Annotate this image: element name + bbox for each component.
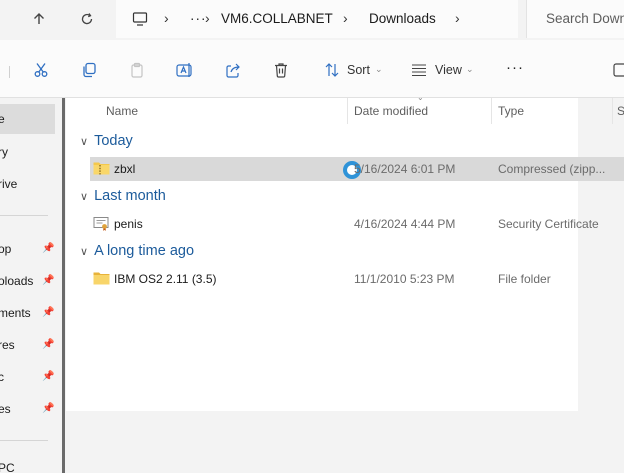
pin-icon: 📌 [42,243,55,254]
file-date: 4/16/2024 4:44 PM [354,217,456,231]
search-input[interactable]: Search Downloads [526,0,624,38]
group-label: A long time ago [94,243,195,259]
pin-icon: 📌 [42,339,55,350]
sidebar-divider [0,215,48,216]
command-toolbar: Sort ⌄ View ⌄ ··· [0,40,624,98]
chevron-right-icon: › [164,10,169,26]
sort-icon[interactable] [322,60,342,80]
pin-icon: 📌 [42,275,55,286]
chevron-down-icon: ⌄ [466,64,474,74]
sidebar-item-home[interactable]: e [0,104,55,134]
share-icon[interactable] [223,60,243,80]
file-row-ibm-os2[interactable]: IBM OS2 2.11 (3.5) 11/1/2010 5:23 PM Fil… [90,267,624,291]
search-placeholder: Search Downloads [546,11,624,26]
sidebar-item-label: op [0,242,12,256]
chevron-down-icon: ∨ [80,136,89,148]
chevron-right-icon: › [205,10,210,26]
refresh-icon[interactable] [75,8,99,30]
column-header-date-modified[interactable]: Date modified [354,104,428,118]
chevron-right-icon: › [343,10,348,26]
file-type: Compressed (zipp... [498,162,606,176]
sidebar-item-this-pc[interactable]: PC [0,453,55,473]
column-divider [612,98,613,124]
file-name: zbxl [114,162,136,176]
column-divider [491,98,492,124]
column-header-type[interactable]: Type [498,104,524,118]
paste-icon[interactable] [127,60,147,80]
breadcrumb-vm6[interactable]: VM6.COLLABNET [221,11,333,26]
group-header-today[interactable]: ∨ Today [80,133,133,149]
delete-icon[interactable] [271,60,291,80]
chevron-down-icon: ∨ [80,191,89,203]
sidebar-item-gallery[interactable]: ry [0,137,55,167]
rename-icon[interactable] [175,60,195,80]
sidebar-item-label: oloads [0,274,34,288]
up-arrow-icon[interactable] [27,8,51,30]
view-icon[interactable] [409,60,429,80]
pc-icon [128,8,152,30]
sidebar-item-label: ry [0,145,8,159]
more-options-button[interactable]: ··· [506,59,524,76]
certificate-icon [93,216,110,231]
pin-icon: 📌 [42,371,55,382]
view-button[interactable]: View [435,63,462,77]
file-date: 5/16/2024 6:01 PM [354,162,456,176]
file-name: penis [114,217,143,231]
copy-icon[interactable] [79,60,99,80]
group-label: Today [94,133,133,149]
file-row-penis[interactable]: penis 4/16/2024 4:44 PM Security Certifi… [90,212,624,236]
sidebar-item-label: PC [0,461,15,473]
toolbar-divider [9,66,10,78]
file-type: File folder [498,272,551,286]
chevron-down-icon: ∨ [80,246,89,258]
group-header-long-ago[interactable]: ∨ A long time ago [80,243,194,259]
breadcrumb-downloads[interactable]: Downloads [369,11,436,26]
chevron-right-icon[interactable]: › [455,10,460,26]
file-type: Security Certificate [498,217,599,231]
file-list-pane: Name ⌄ Date modified Type S ∨ Today zbxl … [66,93,624,473]
sidebar-item-label: rive [0,177,18,191]
address-bar[interactable]: › ··· › VM6.COLLABNET › Downloads › [116,0,518,38]
group-label: Last month [94,188,166,204]
sidebar-item-label: res [0,338,15,352]
navigation-pane: e ry rive op 📌 oloads 📌 ments 📌 res 📌 c … [0,98,63,473]
sidebar-item-label: e [0,112,5,126]
sidebar-scrollbar[interactable] [62,98,65,473]
file-name: IBM OS2 2.11 (3.5) [114,272,217,286]
pin-icon: 📌 [42,403,55,414]
zip-folder-icon [93,161,110,175]
chevron-down-icon: ⌄ [375,64,383,74]
sort-button[interactable]: Sort [347,63,370,77]
sidebar-item-label: es [0,402,11,416]
cut-icon[interactable] [31,60,51,80]
column-divider [347,98,348,124]
sort-indicator-icon: ⌄ [417,93,424,102]
sidebar-item-label: c [0,370,4,384]
pin-icon: 📌 [42,307,55,318]
group-header-last-month[interactable]: ∨ Last month [80,188,166,204]
column-header-name[interactable]: Name [106,104,138,118]
address-row: › ··· › VM6.COLLABNET › Downloads › Sear… [0,0,624,40]
sidebar-item-onedrive[interactable]: rive [0,169,55,199]
sidebar-item-label: ments [0,306,31,320]
sidebar-divider [0,440,48,441]
file-date: 11/1/2010 5:23 PM [354,272,455,286]
file-row-zbxl[interactable]: zbxl 5/16/2024 6:01 PM Compressed (zipp.… [90,157,624,181]
details-pane-icon[interactable] [610,60,624,80]
column-header-size[interactable]: S [617,104,624,118]
folder-icon [93,271,110,285]
